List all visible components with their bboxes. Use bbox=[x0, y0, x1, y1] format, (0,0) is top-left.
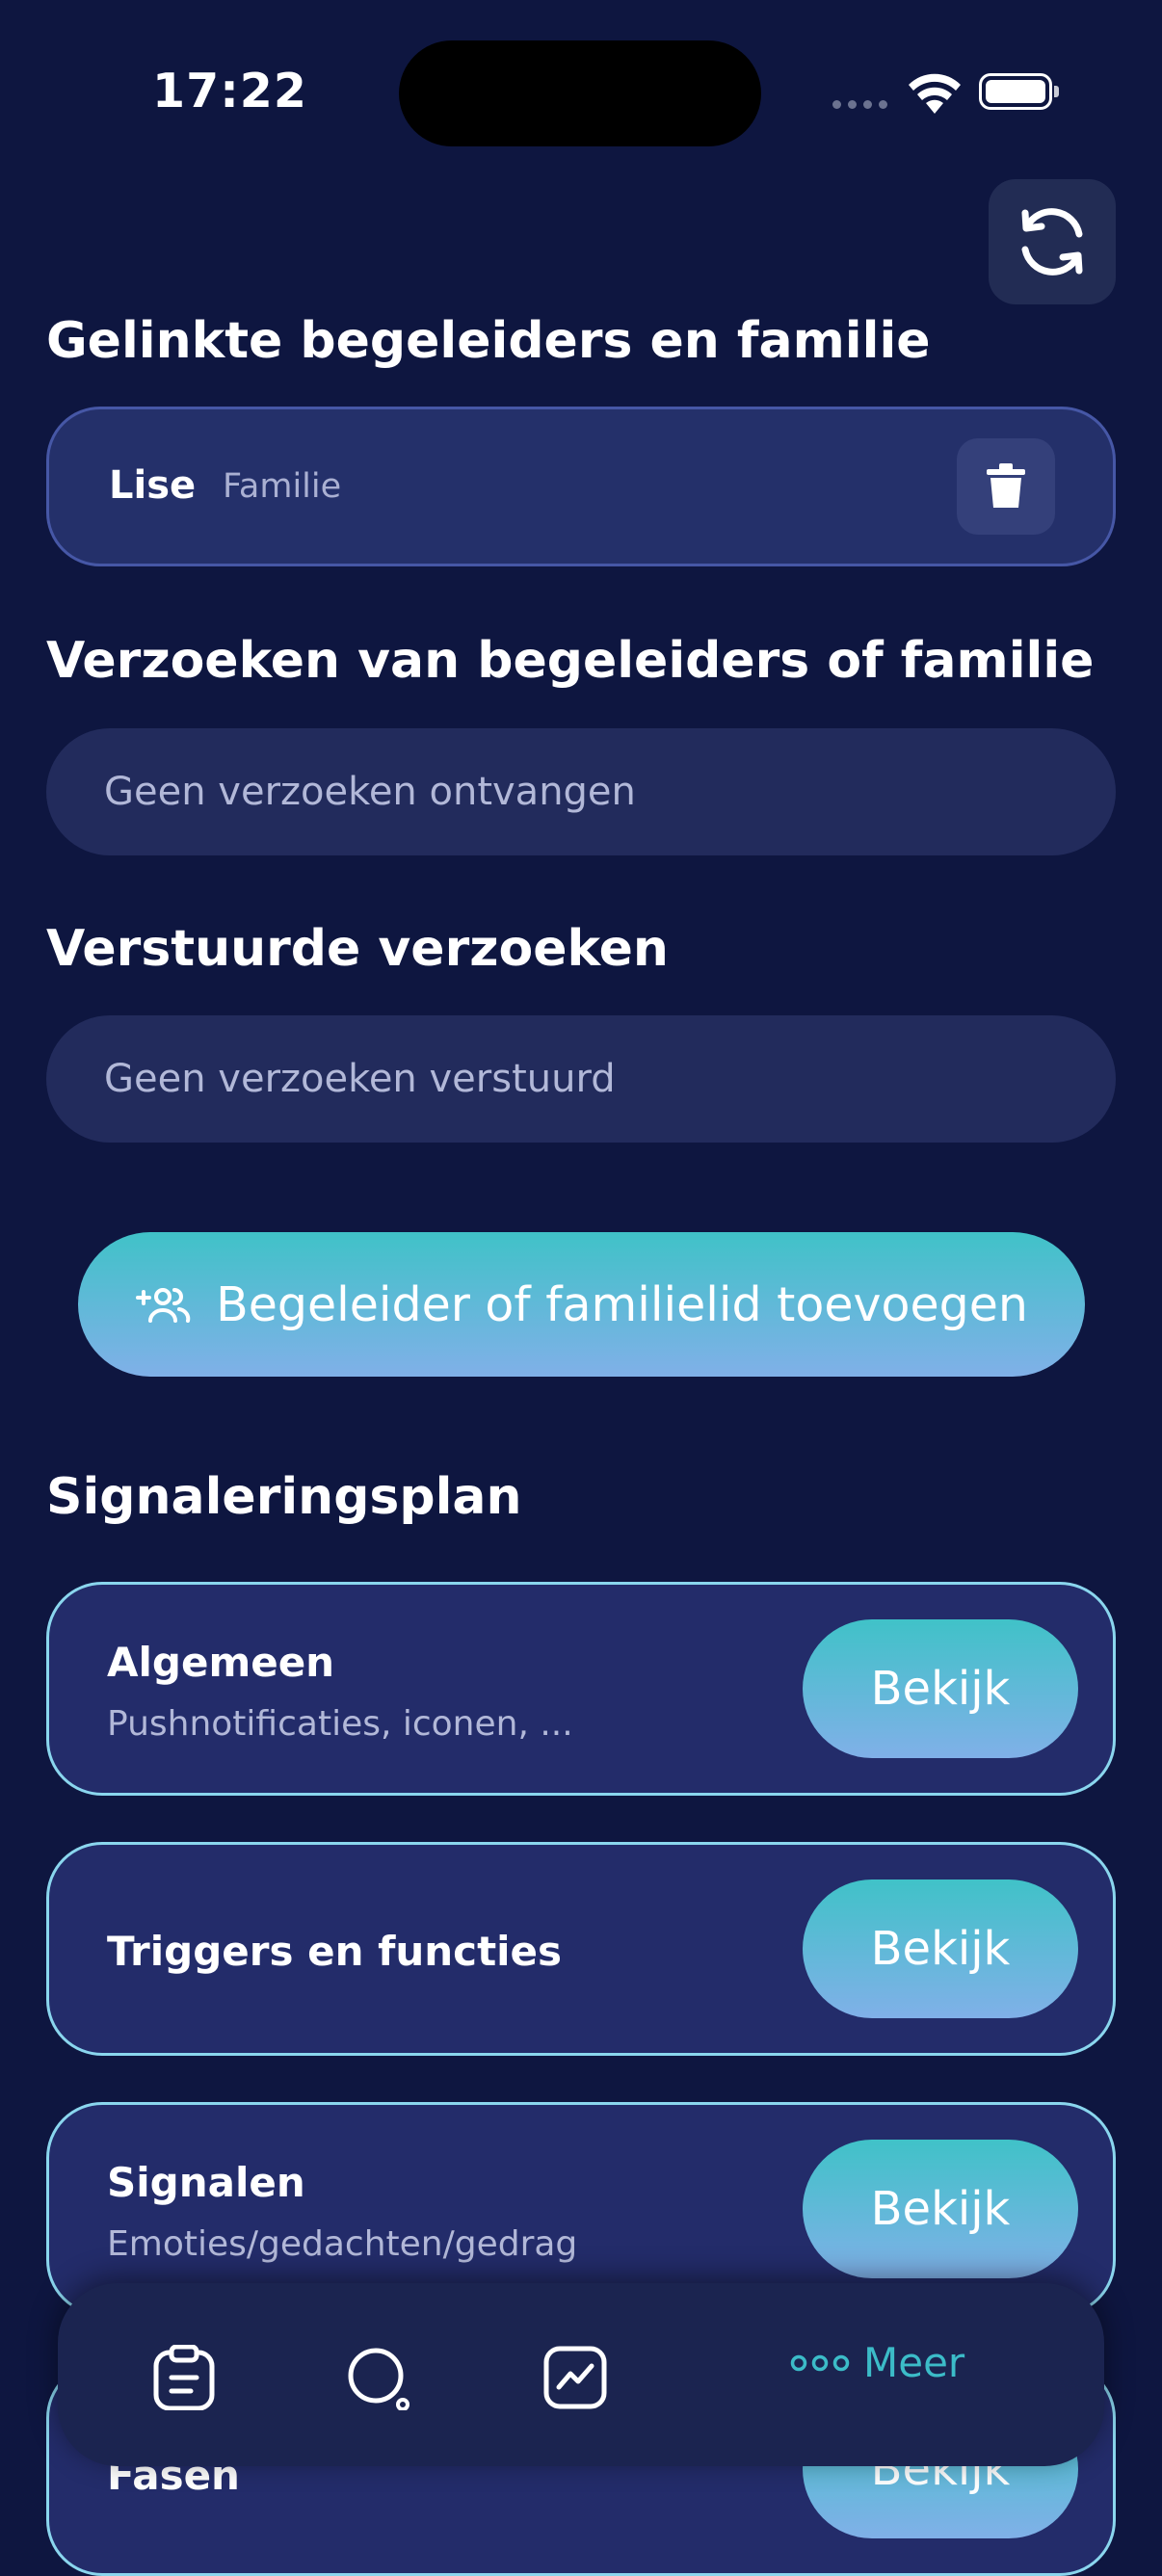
clipboard-icon[interactable] bbox=[152, 2345, 216, 2410]
add-contact-label: Begeleider of familielid toevoegen bbox=[216, 1276, 1028, 1332]
battery-icon bbox=[979, 73, 1059, 110]
requests-section-title: Verzoeken van begeleiders of familie bbox=[46, 632, 1095, 690]
chart-icon[interactable] bbox=[543, 2345, 607, 2410]
linked-section-title: Gelinkte begeleiders en familie bbox=[46, 312, 931, 370]
add-user-icon bbox=[136, 1288, 191, 1323]
plan-item-title: Triggers en functies bbox=[107, 1928, 563, 1975]
plan-item-title: Algemeen bbox=[107, 1639, 335, 1686]
dynamic-island bbox=[399, 40, 761, 146]
status-time: 17:22 bbox=[152, 64, 307, 118]
trash-icon bbox=[987, 463, 1025, 508]
plan-item-subtitle: Emoties/gedachten/gedrag bbox=[107, 2224, 578, 2264]
plan-item-algemeen: Algemeen Pushnotificaties, iconen, ... B… bbox=[46, 1582, 1116, 1796]
more-icon bbox=[790, 2354, 850, 2371]
plan-item-triggers: Triggers en functies Bekijk bbox=[46, 1842, 1116, 2056]
view-signalen-button[interactable]: Bekijk bbox=[803, 2140, 1078, 2278]
plan-item-subtitle: Pushnotificaties, iconen, ... bbox=[107, 1704, 573, 1744]
view-algemeen-button[interactable]: Bekijk bbox=[803, 1619, 1078, 1758]
linked-contact-card: Lise Familie bbox=[46, 407, 1116, 566]
tab-more[interactable]: Meer bbox=[790, 2339, 964, 2386]
wifi-icon bbox=[909, 73, 961, 114]
delete-contact-button[interactable] bbox=[957, 438, 1055, 535]
refresh-icon bbox=[1021, 208, 1083, 276]
linked-contact-name: Lise bbox=[109, 463, 197, 508]
add-contact-button[interactable]: Begeleider of familielid toevoegen bbox=[78, 1232, 1085, 1377]
linked-contact-role: Familie bbox=[223, 467, 342, 506]
cellular-signal-icon bbox=[832, 100, 887, 109]
sent-section-title: Verstuurde verzoeken bbox=[46, 920, 669, 978]
search-icon[interactable] bbox=[347, 2345, 410, 2410]
refresh-button[interactable] bbox=[989, 179, 1116, 304]
sent-empty-state: Geen verzoeken verstuurd bbox=[46, 1015, 1116, 1143]
view-triggers-button[interactable]: Bekijk bbox=[803, 1879, 1078, 2018]
requests-empty-state: Geen verzoeken ontvangen bbox=[46, 728, 1116, 855]
tab-bar: Meer bbox=[58, 2283, 1104, 2466]
plan-section-title: Signaleringsplan bbox=[46, 1468, 522, 1526]
plan-item-title: Signalen bbox=[107, 2159, 305, 2206]
tab-more-label: Meer bbox=[863, 2339, 965, 2386]
